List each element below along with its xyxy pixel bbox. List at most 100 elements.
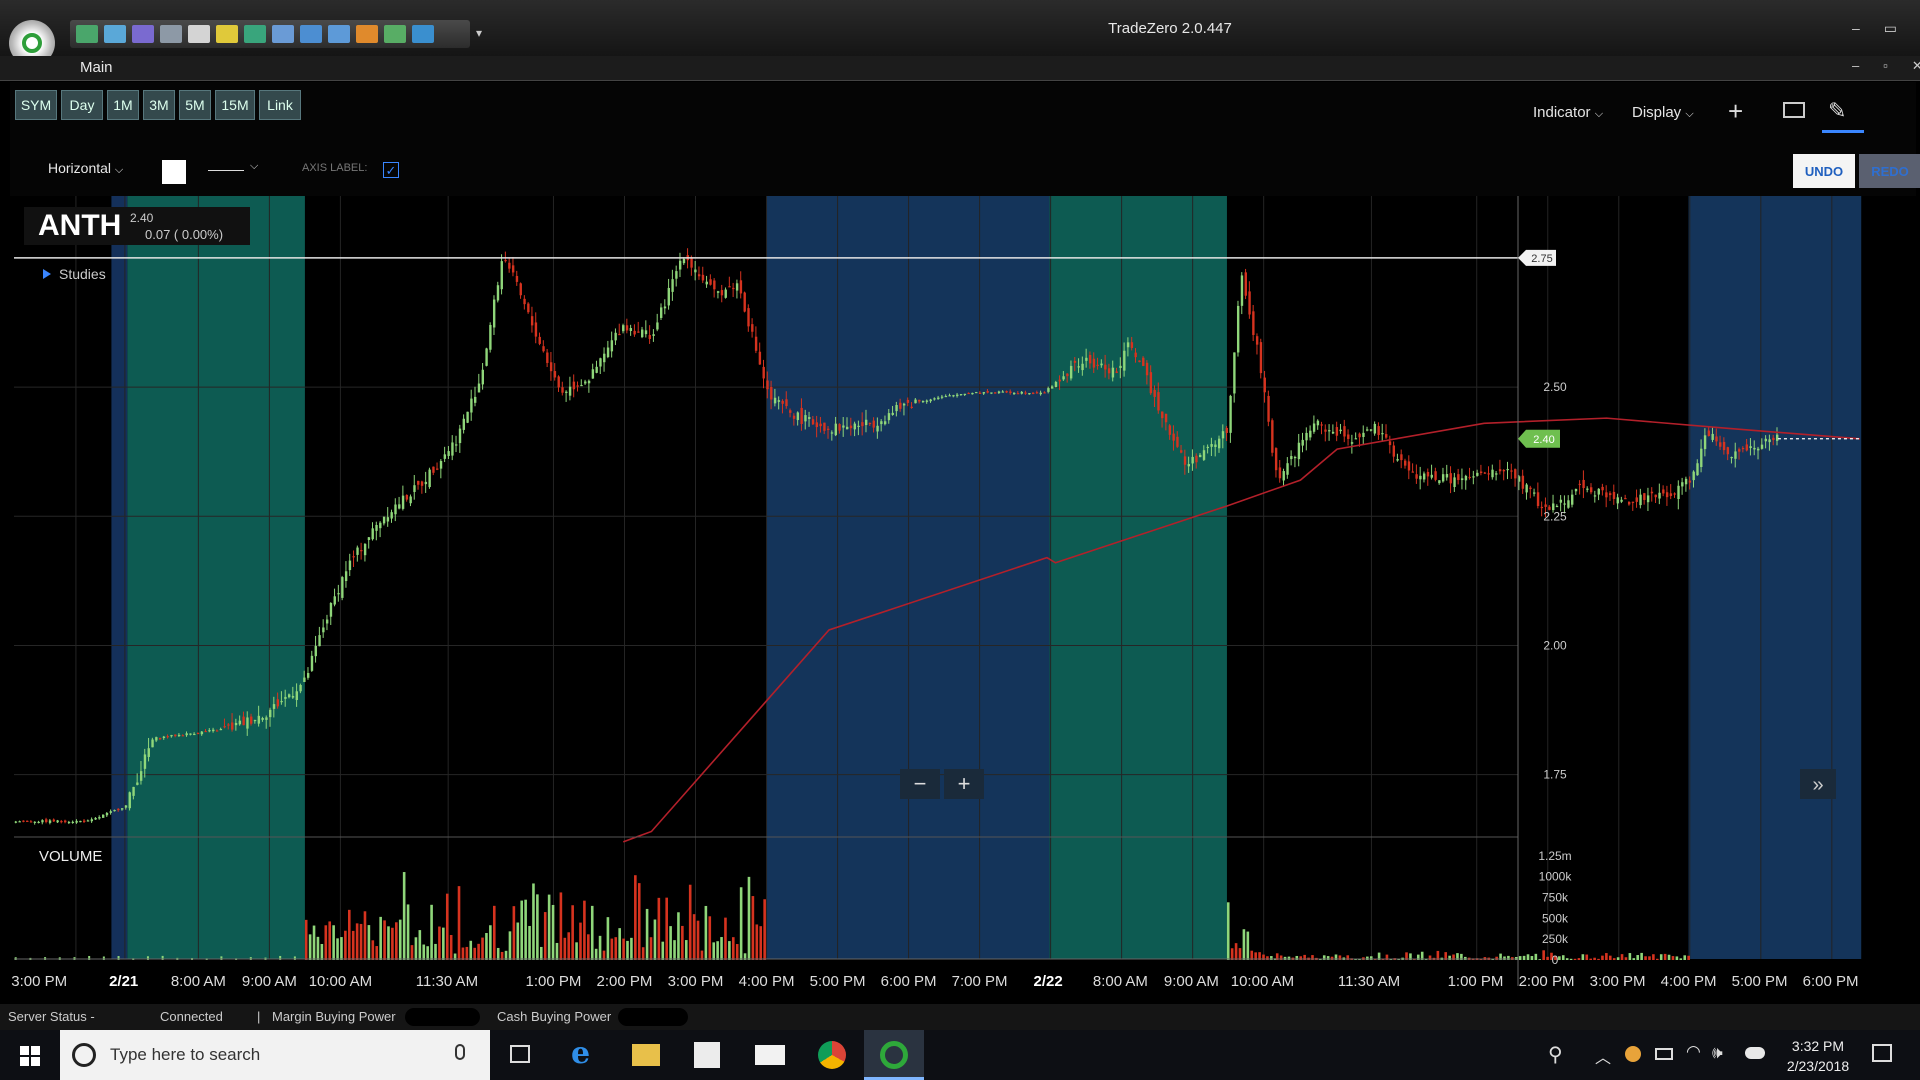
tf-15m-button[interactable]: 15M bbox=[215, 90, 255, 120]
wifi-icon[interactable]: ◠ bbox=[1686, 1042, 1701, 1062]
candle-body bbox=[800, 407, 803, 424]
candle-body bbox=[1616, 497, 1619, 504]
candle-body bbox=[1161, 411, 1164, 419]
tf-3m-button[interactable]: 3M bbox=[143, 90, 175, 120]
candle-body bbox=[819, 423, 822, 427]
candle-body bbox=[1047, 388, 1050, 392]
candle-body bbox=[1684, 478, 1688, 485]
candle-body bbox=[959, 394, 963, 396]
candle-body bbox=[1328, 430, 1331, 432]
inner-minimize-icon[interactable]: – bbox=[1852, 58, 1859, 74]
candle-body bbox=[853, 423, 856, 430]
grid-icon[interactable] bbox=[160, 25, 182, 43]
display-menu[interactable]: Display ⌵ bbox=[1632, 104, 1694, 121]
taskbar-search-box[interactable]: Type here to search bbox=[60, 1030, 490, 1080]
candle-body bbox=[568, 386, 572, 396]
comment-icon[interactable] bbox=[1783, 102, 1805, 118]
candle-body bbox=[83, 820, 86, 822]
volume-bar bbox=[1518, 956, 1522, 960]
redo-button[interactable]: REDO bbox=[1859, 154, 1920, 188]
volume-bar bbox=[336, 938, 339, 960]
chart-icon[interactable] bbox=[76, 25, 98, 43]
inner-close-icon[interactable]: ✕ bbox=[1912, 58, 1920, 74]
undo-button[interactable]: UNDO bbox=[1793, 154, 1855, 188]
microphone-icon[interactable] bbox=[455, 1044, 465, 1060]
indicator-menu[interactable]: Indicator ⌵ bbox=[1533, 104, 1603, 121]
store-icon[interactable] bbox=[694, 1042, 720, 1068]
mail-icon[interactable] bbox=[755, 1045, 785, 1065]
windows-start-icon[interactable] bbox=[20, 1046, 40, 1066]
file-explorer-icon[interactable] bbox=[632, 1044, 660, 1066]
tray-app-icon[interactable] bbox=[1625, 1046, 1641, 1062]
time-tick-label: 2/22 bbox=[1034, 973, 1063, 990]
notifications-icon[interactable] bbox=[1872, 1044, 1892, 1062]
price-chart[interactable]: 2.50 2.25 2.00 1.75 1.25m 1000k 750k 500k 250k 0… bbox=[10, 196, 1916, 1006]
tf-sym-button[interactable]: SYM bbox=[15, 90, 57, 120]
tf-1m-button[interactable]: 1M bbox=[107, 90, 139, 120]
volume-bar bbox=[304, 919, 308, 960]
edge-icon[interactable]: e bbox=[571, 1036, 590, 1071]
quick-access-dropdown-icon[interactable]: ▾ bbox=[476, 26, 482, 40]
candle-body bbox=[762, 366, 765, 379]
chrome-icon[interactable] bbox=[818, 1041, 846, 1069]
volume-bar bbox=[445, 893, 449, 960]
volume-bar bbox=[1636, 955, 1640, 960]
world-icon[interactable] bbox=[412, 25, 434, 43]
clock[interactable]: 3:32 PM 2/23/2018 bbox=[1778, 1036, 1858, 1076]
candle-body bbox=[1252, 311, 1255, 335]
trend-icon[interactable] bbox=[132, 25, 154, 43]
candle-body bbox=[1366, 429, 1369, 431]
monitor-icon[interactable] bbox=[244, 25, 266, 43]
candle-body bbox=[1635, 497, 1638, 502]
candle-body bbox=[1631, 501, 1635, 503]
draw-type-select[interactable]: Horizontal ⌵ bbox=[48, 160, 123, 177]
axis-label-checkbox[interactable]: ✓ bbox=[383, 162, 399, 178]
tf-link-button[interactable]: Link bbox=[259, 90, 301, 120]
note-icon[interactable] bbox=[216, 25, 238, 43]
candle-body bbox=[246, 717, 249, 729]
volume-bar bbox=[367, 925, 371, 960]
network-icon[interactable] bbox=[300, 25, 322, 43]
maximize-icon[interactable]: ▭ bbox=[1884, 20, 1897, 37]
tf-day-button[interactable]: Day bbox=[61, 90, 103, 120]
candle-body bbox=[1586, 488, 1589, 490]
minimize-icon[interactable]: – bbox=[1852, 20, 1860, 37]
dollar-icon[interactable] bbox=[188, 25, 210, 43]
candle-body bbox=[1726, 447, 1730, 455]
candle-body bbox=[318, 635, 321, 647]
battery-icon[interactable] bbox=[1655, 1048, 1673, 1060]
volume-bar bbox=[402, 872, 406, 960]
volume-bar bbox=[1687, 955, 1690, 960]
people-icon[interactable]: ⚲ bbox=[1548, 1042, 1563, 1067]
onedrive-icon[interactable] bbox=[1745, 1047, 1765, 1059]
volume-bar bbox=[426, 946, 429, 960]
chart-area[interactable]: 2.50 2.25 2.00 1.75 1.25m 1000k 750k 500k 250k 0… bbox=[10, 196, 1916, 1006]
fire-icon[interactable] bbox=[356, 25, 378, 43]
color-swatch[interactable] bbox=[162, 160, 186, 184]
inner-restore-icon[interactable]: ▫ bbox=[1883, 58, 1888, 74]
show-hidden-icons-icon[interactable]: ︿ bbox=[1595, 1044, 1611, 1068]
globe-icon[interactable] bbox=[328, 25, 350, 43]
minus-icon: − bbox=[914, 771, 927, 796]
candle-body bbox=[363, 543, 367, 556]
scanner-icon[interactable] bbox=[272, 25, 294, 43]
task-view-icon[interactable] bbox=[510, 1045, 530, 1063]
line-style-select[interactable]: ⌵ bbox=[208, 160, 264, 180]
candle-body bbox=[1415, 474, 1418, 479]
candle-body bbox=[1639, 494, 1642, 506]
candle-body bbox=[1013, 392, 1016, 395]
add-icon[interactable]: + bbox=[1728, 96, 1743, 127]
tradezero-taskbar-button[interactable] bbox=[864, 1030, 924, 1080]
bar-chart-icon[interactable] bbox=[104, 25, 126, 43]
pencil-icon[interactable]: ✎ bbox=[1828, 98, 1846, 124]
candle-body bbox=[1293, 456, 1297, 459]
candle-body bbox=[303, 677, 306, 683]
volume-bar bbox=[308, 934, 312, 960]
candle-body bbox=[1388, 441, 1392, 446]
volume-icon[interactable]: 🕪 bbox=[1712, 1043, 1723, 1063]
candle-body bbox=[253, 719, 257, 722]
studies-label[interactable]: Studies bbox=[59, 266, 106, 282]
tf-5m-button[interactable]: 5M bbox=[179, 90, 211, 120]
list-icon[interactable] bbox=[384, 25, 406, 43]
candle-body bbox=[940, 396, 944, 398]
